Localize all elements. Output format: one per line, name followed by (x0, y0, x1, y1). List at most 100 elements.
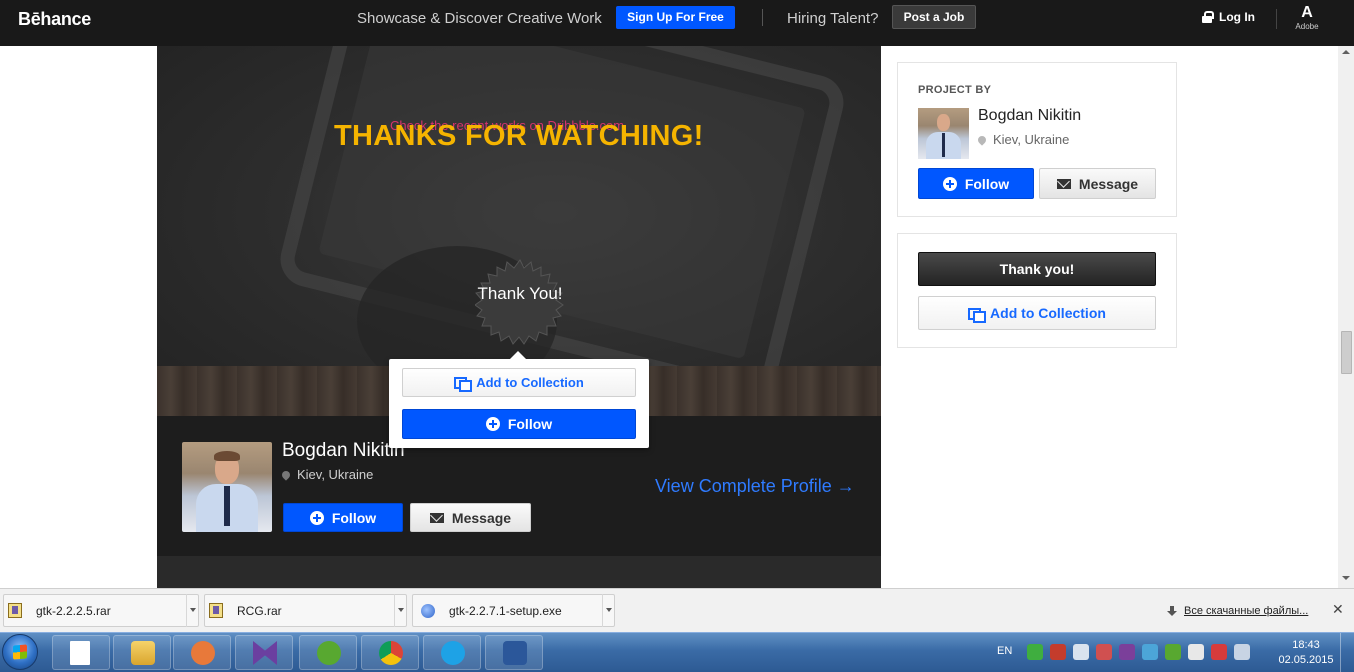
follow-label: Follow (964, 175, 1010, 192)
mail-icon (1056, 178, 1071, 189)
visual-studio-icon[interactable] (235, 635, 293, 670)
thank-you-badge[interactable]: Thank You! (475, 258, 565, 348)
thank-you-button[interactable]: Thank you! (918, 252, 1156, 286)
chevron-down-icon[interactable] (394, 594, 406, 627)
hiring-text: Hiring Talent? (787, 10, 879, 27)
show-desktop-button[interactable] (1340, 633, 1354, 672)
tablet-illustration (274, 46, 850, 403)
network-icon[interactable] (1096, 644, 1112, 660)
sidebar-owner-name[interactable]: Bogdan Nikitin (978, 107, 1081, 125)
volume-icon[interactable] (1234, 644, 1250, 660)
file-icon[interactable] (52, 635, 110, 670)
antivirus-icon[interactable] (1211, 644, 1227, 660)
scroll-down-arrow-icon[interactable] (1338, 572, 1354, 586)
post-job-button[interactable]: Post a Job (892, 5, 976, 29)
chevron-down-icon[interactable] (602, 594, 614, 627)
all-downloads-link[interactable]: Все скачанные файлы... (1167, 605, 1308, 617)
add-to-collection-button[interactable]: Add to Collection (402, 368, 636, 397)
thanks-headline: THANKS FOR WATCHING! (334, 120, 704, 152)
start-button[interactable] (2, 634, 38, 670)
word-icon[interactable] (485, 635, 543, 670)
popup-follow-button[interactable]: Follow (402, 409, 636, 439)
add-collection-label: Add to Collection (476, 375, 584, 390)
update-icon[interactable] (1142, 644, 1158, 660)
signal-icon[interactable] (1073, 644, 1089, 660)
explorer-icon[interactable] (113, 635, 171, 670)
badge-seal-icon (475, 259, 564, 345)
language-indicator[interactable]: EN (997, 645, 1012, 657)
collection-icon (454, 377, 473, 392)
system-tray (1027, 644, 1250, 660)
download-filename: gtk-2.2.7.1-setup.exe (449, 603, 562, 618)
lock-icon (1202, 11, 1214, 23)
scrollbar-thumb[interactable] (1341, 331, 1352, 374)
onenote-icon[interactable] (1119, 644, 1135, 660)
badge-label: Thank You! (477, 284, 563, 303)
mail-icon (429, 512, 444, 523)
download-item[interactable]: gtk-2.2.7.1-setup.exe (412, 594, 615, 627)
avatar[interactable] (182, 442, 272, 532)
adobe-icon: A (1301, 4, 1313, 21)
location-pin-icon (280, 468, 292, 481)
plus-circle-icon (309, 510, 324, 525)
clock-time: 18:43 (1292, 639, 1320, 651)
nav-divider (1276, 9, 1277, 29)
chrome-icon[interactable] (361, 635, 419, 670)
flag-icon[interactable] (1188, 644, 1204, 660)
appreciation-popup: Add to Collection Follow (389, 351, 649, 448)
chevron-down-icon[interactable] (186, 594, 198, 627)
login-link[interactable]: Log In (1202, 10, 1255, 24)
view-profile-link[interactable]: View Complete Profile → (655, 476, 855, 497)
collection-icon (968, 307, 987, 323)
project-by-card: PROJECT BY Bogdan Nikitin Kiev, Ukraine … (897, 62, 1177, 217)
message-label: Message (451, 509, 512, 526)
adobe-link[interactable]: A Adobe (1292, 4, 1322, 31)
all-downloads-label: Все скачанные файлы... (1184, 605, 1309, 617)
clock[interactable]: 18:43 02.05.2015 (1276, 638, 1336, 668)
owner-name[interactable]: Bogdan Nikitin (282, 440, 405, 462)
windows-taskbar: EN 18:43 02.05.2015 (0, 632, 1354, 672)
utorrent-icon[interactable] (299, 635, 357, 670)
plus-circle-icon (942, 176, 957, 191)
download-filename: RCG.rar (237, 603, 282, 618)
rar-icon (8, 603, 22, 618)
project-content: Check the recent works on Dribbble.com T… (157, 46, 881, 588)
exe-icon (421, 603, 435, 618)
skype-icon[interactable] (423, 635, 481, 670)
scroll-up-arrow-icon[interactable] (1338, 46, 1354, 60)
message-button[interactable]: Message (410, 503, 531, 532)
avatar[interactable] (918, 108, 969, 159)
login-label: Log In (1219, 10, 1255, 24)
location-pin-icon (976, 133, 988, 146)
follow-label: Follow (331, 509, 377, 526)
adobe-label: Adobe (1295, 22, 1319, 31)
scrollbar-track[interactable] (1338, 46, 1354, 588)
download-icon (1167, 606, 1177, 616)
owner-location: Kiev, Ukraine (280, 467, 374, 482)
sidebar-follow-button[interactable]: Follow (918, 168, 1034, 199)
add-collection-label: Add to Collection (990, 305, 1106, 321)
sidebar-owner-location: Kiev, Ukraine (976, 132, 1069, 147)
signup-button[interactable]: Sign Up For Free (616, 6, 735, 29)
close-icon[interactable]: ✕ (1332, 601, 1344, 618)
download-shelf: gtk-2.2.2.5.rar RCG.rar gtk-2.2.7.1-setu… (0, 588, 1354, 632)
tray-app-icon[interactable] (1050, 644, 1066, 660)
download-item[interactable]: RCG.rar (204, 594, 407, 627)
nav-divider (762, 9, 763, 26)
tagline: Showcase & Discover Creative Work (357, 10, 602, 27)
utorrent-tray-icon[interactable] (1165, 644, 1181, 660)
plus-circle-icon (485, 417, 500, 431)
sidebar-add-to-collection-button[interactable]: Add to Collection (918, 296, 1156, 330)
security-icon[interactable] (1027, 644, 1043, 660)
follow-button[interactable]: Follow (283, 503, 403, 532)
top-nav: Bēhance Showcase & Discover Creative Wor… (0, 0, 1354, 46)
owner-location-text: Kiev, Ukraine (297, 467, 374, 482)
download-filename: gtk-2.2.2.5.rar (36, 603, 111, 618)
download-item[interactable]: gtk-2.2.2.5.rar (3, 594, 199, 627)
rar-icon (209, 603, 223, 618)
behance-logo[interactable]: Bēhance (18, 9, 91, 30)
actions-card: Thank you! Add to Collection (897, 233, 1177, 348)
clock-date: 02.05.2015 (1278, 654, 1334, 666)
media-player-icon[interactable] (173, 635, 231, 670)
sidebar-message-button[interactable]: Message (1039, 168, 1156, 199)
